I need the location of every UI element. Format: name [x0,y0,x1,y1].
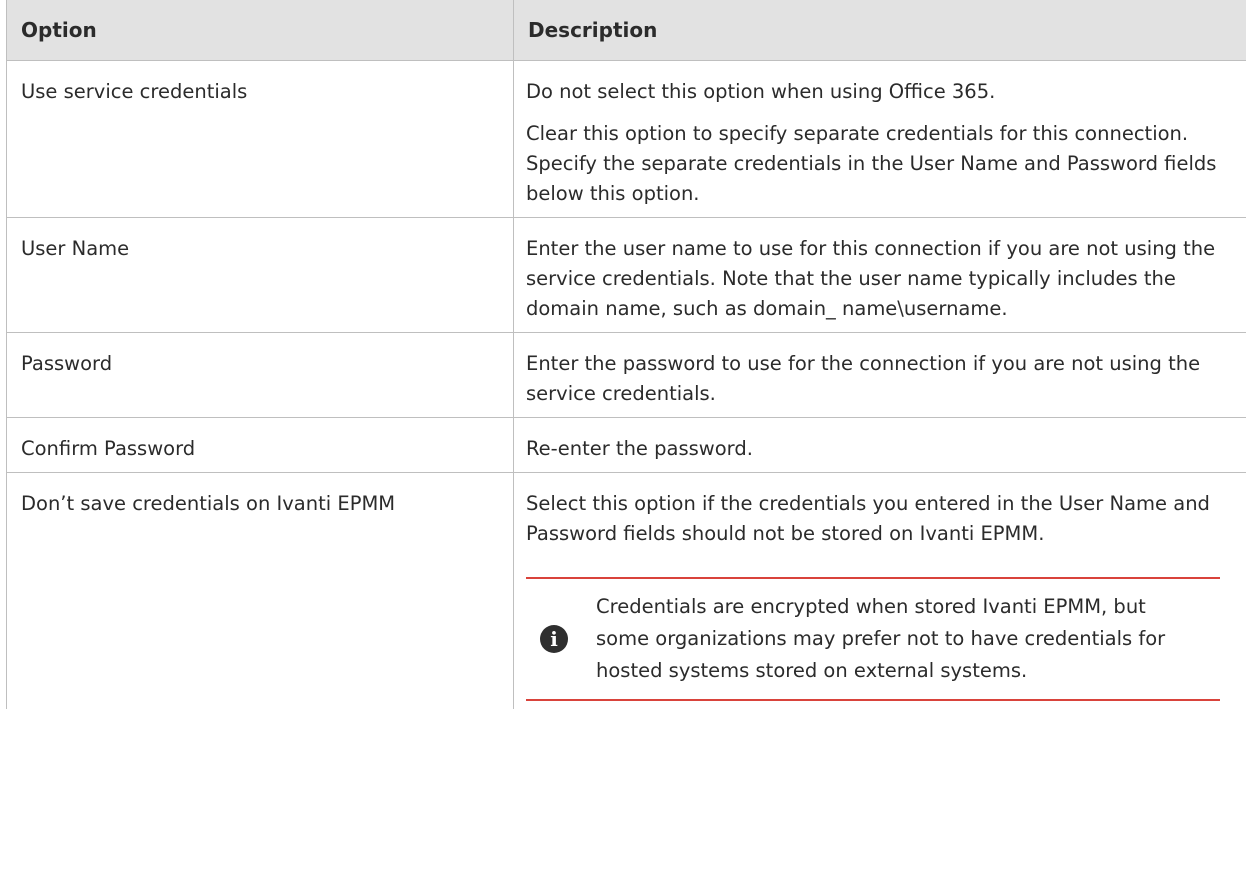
options-table: Option Description Use service credentia… [6,0,1246,709]
table-row: Use service credentials Do not select th… [6,60,1246,218]
description-cell: Select this option if the credentials yo… [513,472,1246,709]
description-cell: Enter the password to use for the connec… [513,332,1246,418]
header-option: Option [6,0,514,61]
description-cell: Do not select this option when using Off… [513,60,1246,218]
option-password: Password [6,332,514,418]
description-cell: Re-enter the password. [513,417,1246,473]
table-row: User Name Enter the user name to use for… [6,217,1246,333]
header-description: Description [513,0,1246,61]
description-text: Enter the user name to use for this conn… [526,237,1216,320]
description-text: Re-enter the password. [526,437,753,460]
table-header-row: Option Description [6,0,1246,61]
info-icon: i [540,625,568,653]
option-dont-save-credentials: Don’t save credentials on Ivanti EPMM [6,472,514,709]
note-text: Credentials are encrypted when stored Iv… [596,595,1166,682]
table-row: Confirm Password Re-enter the password. [6,417,1246,473]
description-text: Select this option if the credentials yo… [526,492,1210,545]
description-text: Do not select this option when using Off… [526,80,996,103]
option-use-service-credentials: Use service credentials [6,60,514,218]
option-user-name: User Name [6,217,514,333]
note-box: i Credentials are encrypted when stored … [526,577,1220,701]
table-row: Don’t save credentials on Ivanti EPMM Se… [6,472,1246,709]
table-row: Password Enter the password to use for t… [6,332,1246,418]
description-text: Clear this option to specify separate cr… [526,122,1217,205]
description-cell: Enter the user name to use for this conn… [513,217,1246,333]
option-confirm-password: Confirm Password [6,417,514,473]
description-text: Enter the password to use for the connec… [526,352,1201,405]
